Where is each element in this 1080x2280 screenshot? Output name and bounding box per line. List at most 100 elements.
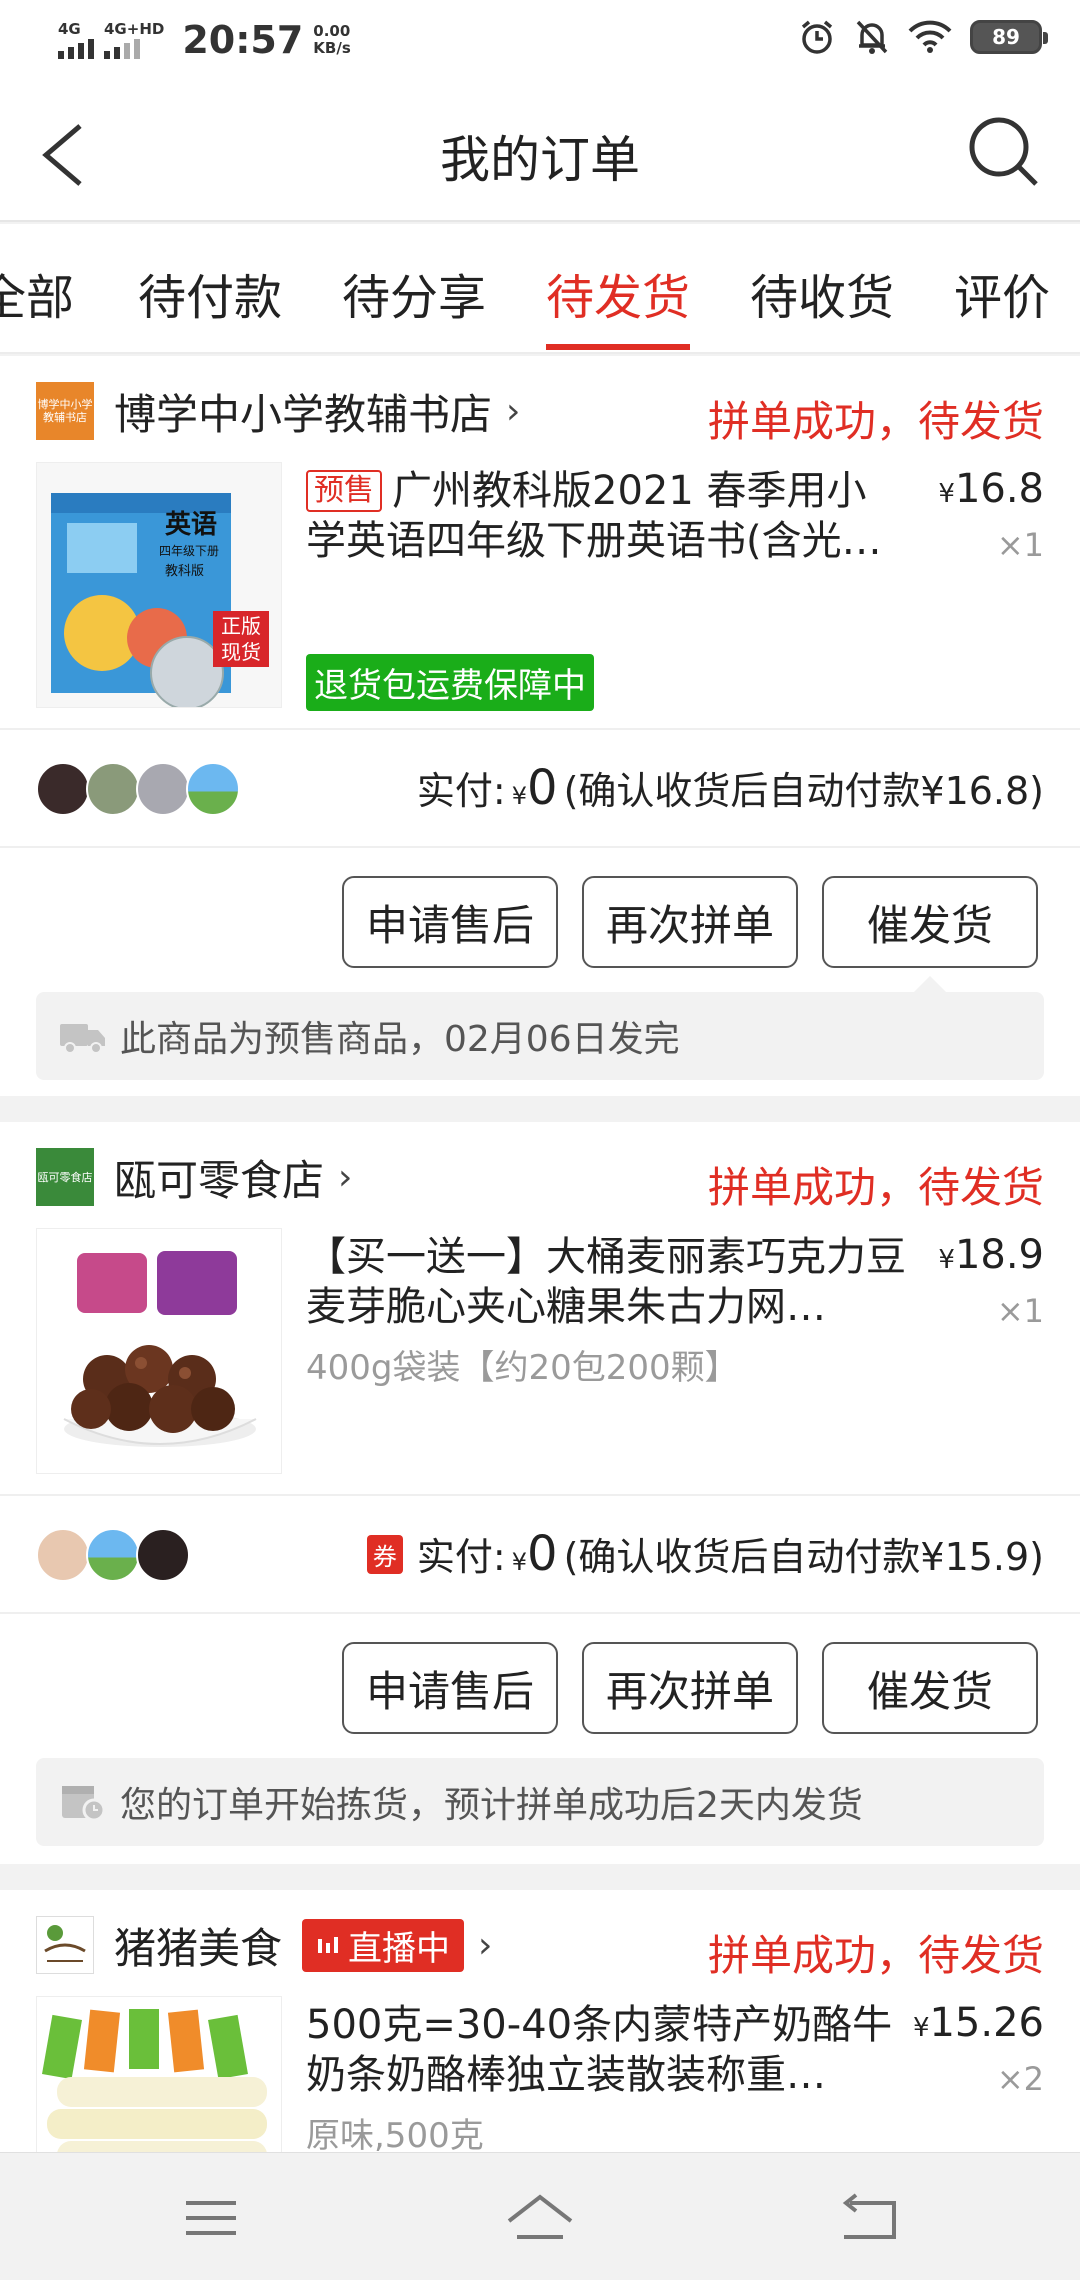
urge-shipment-button[interactable]: 催发货 [822, 1642, 1038, 1734]
shop-link[interactable]: 博学中小学教辅书店 博学中小学教辅书店 › [36, 380, 520, 442]
avatar [36, 1528, 90, 1582]
wifi-icon [908, 20, 952, 53]
system-navigation-bar [0, 2152, 1080, 2280]
shop-logo: 博学中小学教辅书店 [36, 382, 94, 440]
product-title[interactable]: 【买一送一】大桶麦丽素巧克力豆麦芽脆心夹心糖果朱古力网… [306, 1232, 906, 1332]
presale-tag: 预售 [306, 470, 382, 512]
shop-link[interactable]: 猪猪美食 直播中 › [36, 1914, 492, 1976]
delivery-truck-icon [60, 1024, 105, 1054]
avatar [86, 762, 140, 816]
tab-review[interactable]: 评价 [954, 258, 1050, 328]
shop-logo [36, 1916, 94, 1974]
live-badge[interactable]: 直播中 [302, 1918, 465, 1972]
product-title-text: 广州教科版2021 春季用小学英语四年级下册英语书(含光… [306, 468, 882, 564]
order-card: 猪猪美食 直播中 › 拼单成功，待发货 500克=30-40条内蒙特产奶酪牛奶条… [0, 1890, 1080, 2152]
product-image[interactable] [36, 1228, 282, 1474]
shop-link[interactable]: 瓯可零食店 瓯可零食店 › [36, 1146, 352, 1208]
product-quantity: ×2 [996, 2060, 1044, 2098]
product-title[interactable]: 预售 广州教科版2021 春季用小学英语四年级下册英语书(含光… [306, 466, 906, 566]
regroup-button[interactable]: 再次拼单 [582, 876, 798, 968]
product-price: ¥15.26 [913, 2000, 1044, 2046]
paid-value: 0 [527, 1526, 558, 1582]
urge-shipment-button[interactable]: 催发货 [822, 876, 1038, 968]
auto-pay-note: (确认收货后自动付款¥16.8) [563, 769, 1044, 813]
avatar [186, 762, 240, 816]
shop-logo-text: 瓯可零食店 [37, 1170, 93, 1184]
book-stamp: 正版现货 [221, 614, 261, 664]
avatar [86, 1528, 140, 1582]
paid-label: 实付: [416, 1535, 506, 1579]
after-sale-button[interactable]: 申请售后 [342, 876, 558, 968]
product-title[interactable]: 500克=30-40条内蒙特产奶酪牛奶条奶酪棒独立装散装称重… [306, 2000, 906, 2100]
tab-pending-share[interactable]: 待分享 [342, 258, 486, 328]
tab-pending-receipt[interactable]: 待收货 [750, 258, 894, 328]
status-bar: 4G 4G+HD 20:57 0.00 KB/s 89 [0, 0, 1080, 84]
avatar [136, 762, 190, 816]
avatar [136, 1528, 190, 1582]
currency-symbol: ¥ [912, 2013, 930, 2043]
book-cover-subtitle: 四年级下册 [159, 544, 219, 558]
currency-symbol: ¥ [938, 479, 955, 509]
back-icon[interactable] [834, 2183, 904, 2253]
speed-unit: KB/s [313, 39, 351, 57]
price-value: 16.8 [954, 466, 1044, 512]
tab-all[interactable]: 全部 [0, 258, 74, 328]
live-badge-label: 直播中 [348, 1928, 451, 1969]
alarm-icon [801, 20, 833, 54]
regroup-button[interactable]: 再次拼单 [582, 1642, 798, 1734]
tab-pending-shipment[interactable]: 待发货 [546, 258, 690, 328]
avatar [36, 762, 90, 816]
cheese-sticks-image [42, 2009, 267, 2152]
notice-text: 您的订单开始拣货，预计拼单成功后2天内发货 [120, 1785, 863, 1826]
shop-name: 猪猪美食 [114, 1923, 283, 1973]
paid-amount: 券 实付: ¥ 0 (确认收货后自动付款¥15.9) [366, 1526, 1044, 1582]
group-members [36, 762, 240, 816]
battery-level: 89 [992, 25, 1020, 49]
order-status: 拼单成功，待发货 [707, 397, 1044, 446]
active-tab-indicator [546, 344, 690, 350]
notice-pointer [914, 976, 946, 992]
coupon-badge: 券 [366, 1534, 403, 1574]
order-card: 博学中小学教辅书店 博学中小学教辅书店 › 拼单成功，待发货 英语 四年级下册 … [0, 356, 1080, 1096]
product-price: ¥18.9 [938, 1232, 1044, 1278]
paid-label: 实付: [416, 769, 506, 813]
order-status: 拼单成功，待发货 [707, 1931, 1044, 1980]
order-card: 瓯可零食店 瓯可零食店 › 拼单成功，待发货 【买一送一】大桶麦丽素巧克力豆麦芽… [0, 1122, 1080, 1864]
currency-symbol: ¥ [511, 1548, 528, 1576]
live-bars-icon [318, 1937, 339, 1953]
auto-pay-note: (确认收货后自动付款¥15.9) [563, 1535, 1044, 1579]
chevron-right-icon: › [478, 1924, 493, 1966]
network-speed: 0.00 KB/s [313, 23, 350, 57]
network-type-2: 4G+HD [104, 20, 165, 38]
payment-row: 券 实付: ¥ 0 (确认收货后自动付款¥15.9) [0, 1494, 1080, 1614]
chevron-right-icon: › [338, 1156, 353, 1198]
product-spec: 原味,500克 [306, 2116, 484, 2152]
chevron-right-icon: › [506, 390, 521, 432]
search-icon[interactable] [966, 114, 1042, 190]
calendar-clock-icon [62, 1786, 106, 1822]
paid-value: 0 [527, 760, 558, 816]
order-status: 拼单成功，待发货 [707, 1163, 1044, 1212]
book-cover-title: 英语 [165, 510, 217, 540]
shipping-notice: 此商品为预售商品，02月06日发完 [36, 992, 1044, 1080]
shop-name: 博学中小学教辅书店 [114, 389, 493, 439]
product-image[interactable]: 英语 四年级下册 教科版 正版现货 [36, 462, 282, 708]
battery-indicator: 89 [970, 20, 1048, 54]
shop-logo-text: 博学中小学教辅书店 [37, 398, 93, 424]
product-image[interactable] [36, 1996, 282, 2152]
tab-pending-payment[interactable]: 待付款 [138, 258, 282, 328]
home-icon[interactable] [505, 2183, 575, 2253]
product-quantity: ×1 [996, 526, 1044, 564]
product-quantity: ×1 [996, 1292, 1044, 1330]
network-type-1: 4G [58, 20, 81, 38]
menu-icon[interactable] [176, 2183, 246, 2253]
payment-row: 实付: ¥ 0 (确认收货后自动付款¥16.8) [0, 728, 1080, 848]
book-cover-image: 英语 四年级下册 教科版 正版现货 [51, 493, 269, 707]
currency-symbol: ¥ [511, 782, 528, 810]
navigation-bar: 我的订单 [0, 84, 1080, 222]
shop-logo-image [44, 1925, 86, 1962]
order-tabs: 全部 待付款 待分享 待发货 待收货 评价 [0, 224, 1080, 354]
clock: 20:57 [182, 18, 304, 62]
after-sale-button[interactable]: 申请售后 [342, 1642, 558, 1734]
return-shipping-guarantee-badge: 退货包运费保障中 [306, 654, 594, 711]
